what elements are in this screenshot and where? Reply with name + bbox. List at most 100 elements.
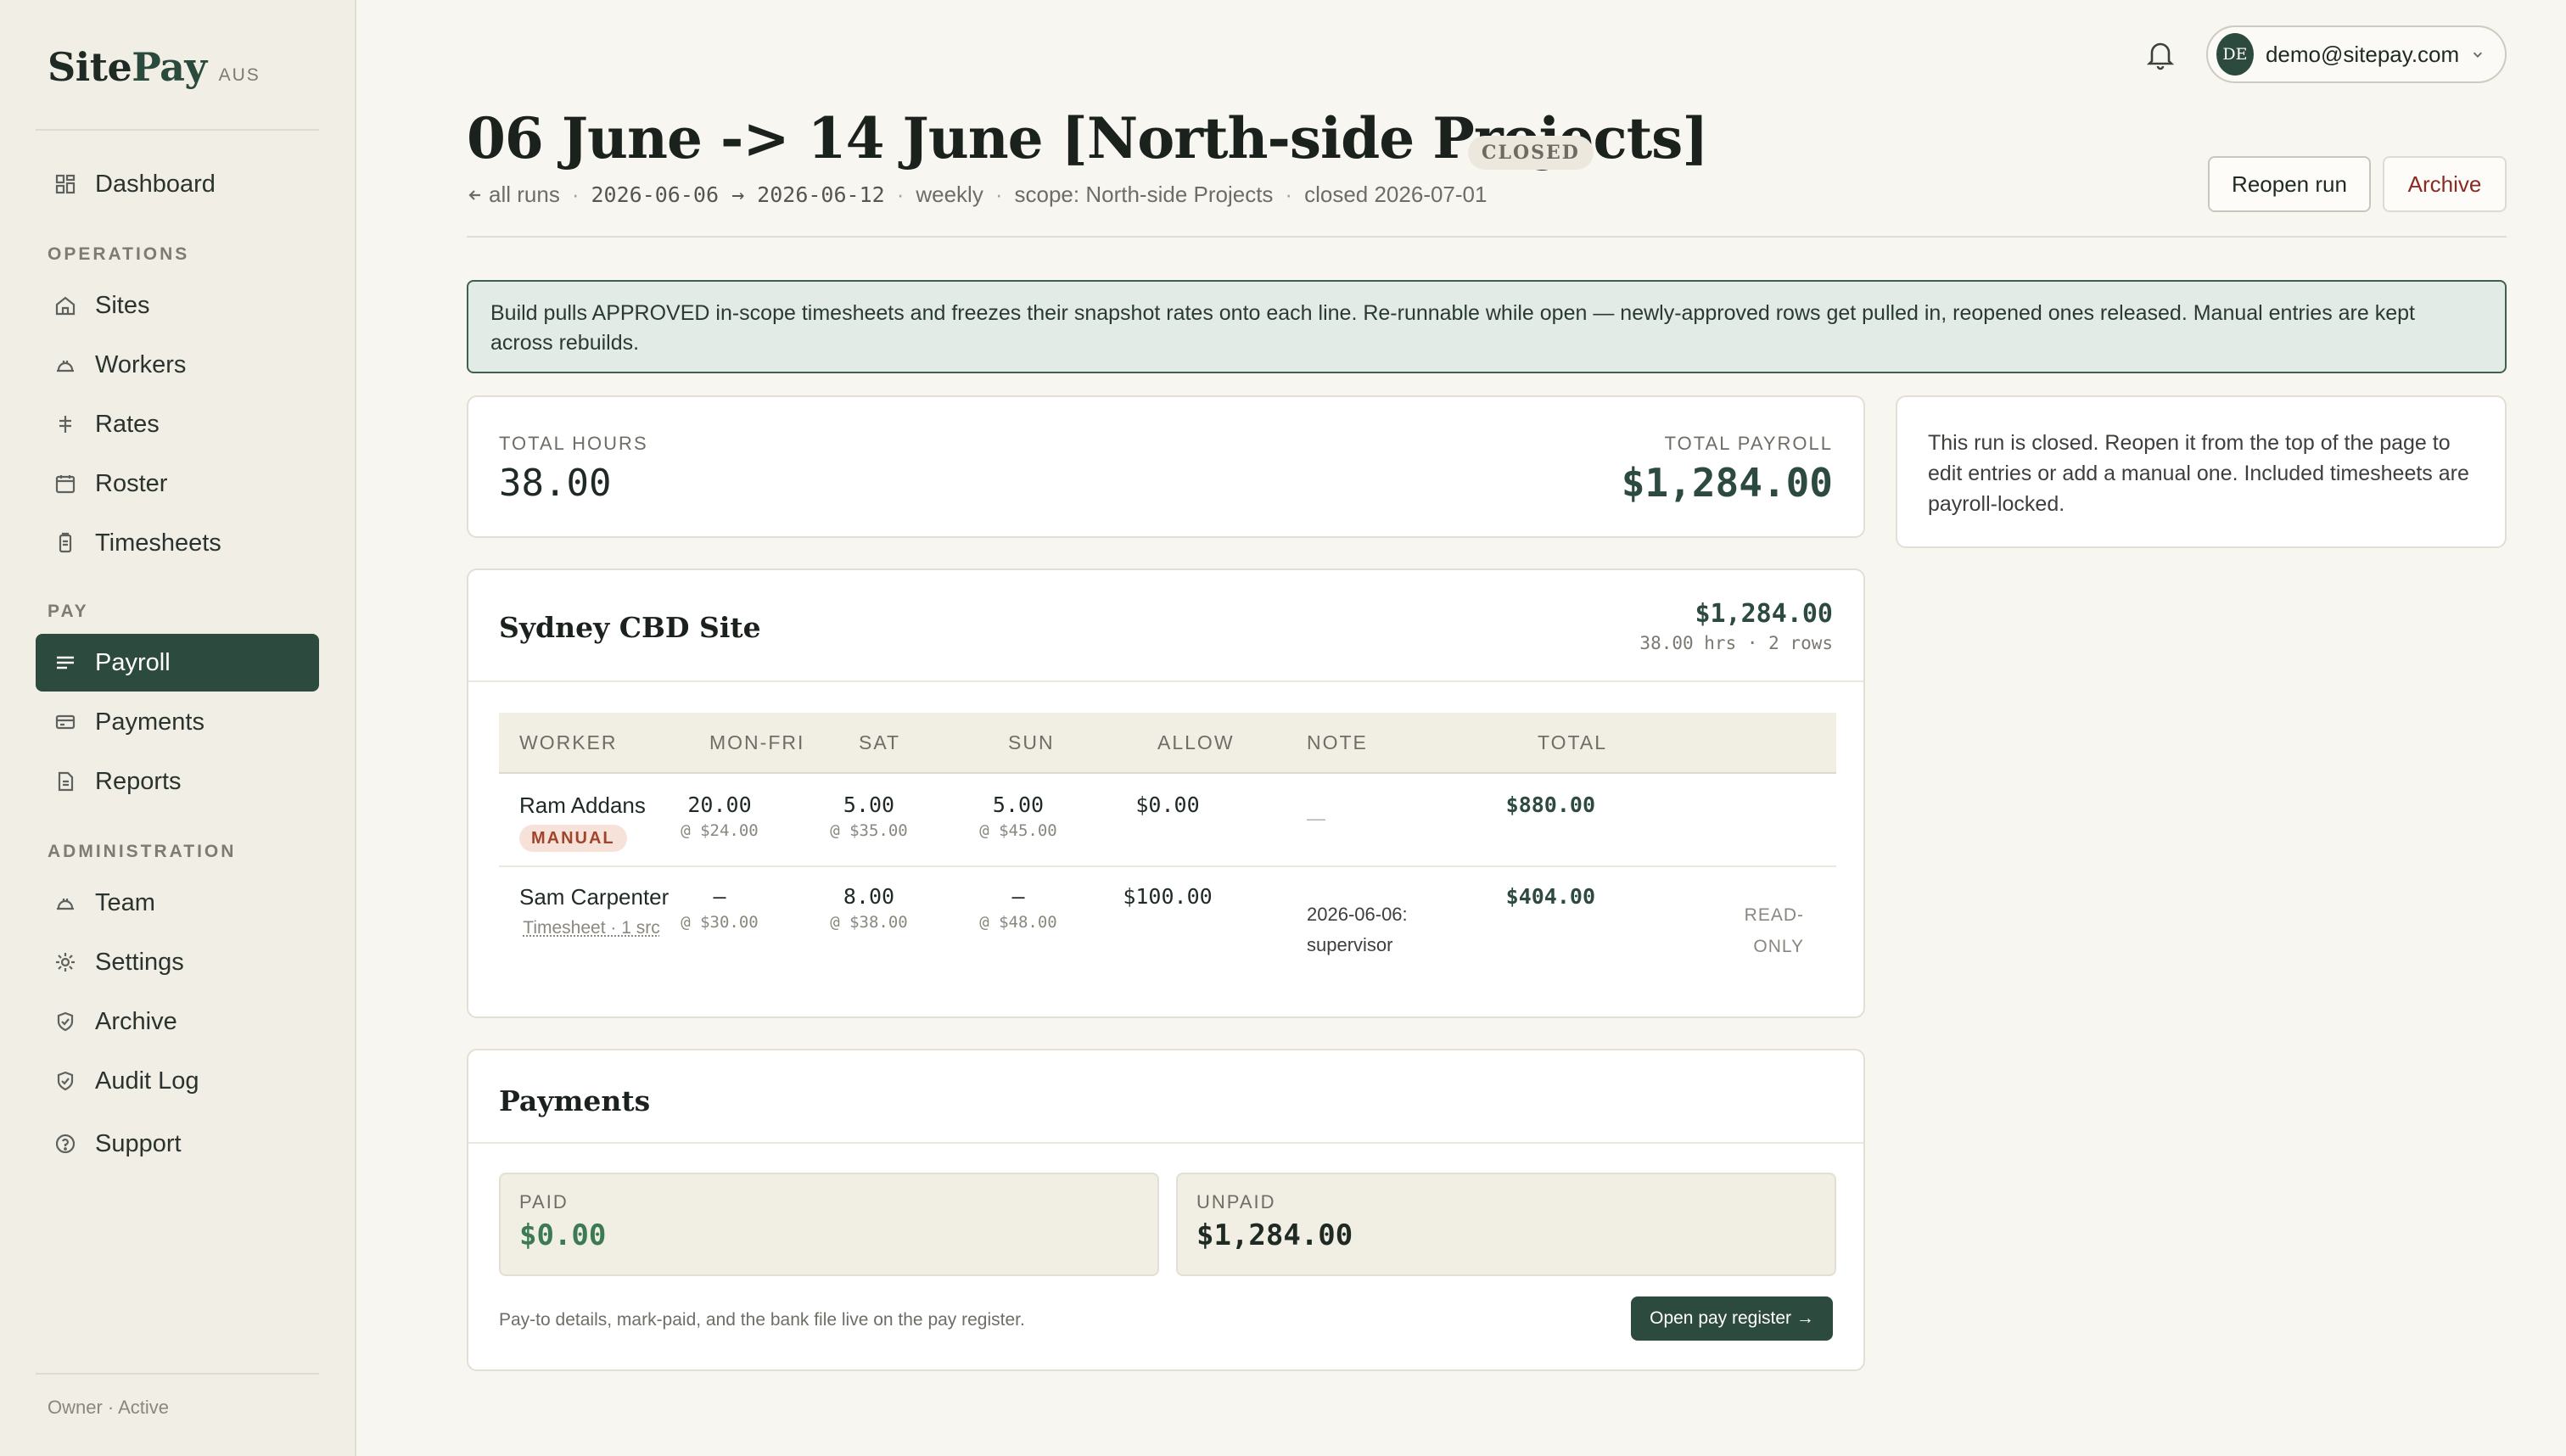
allowance: $100.00 bbox=[1123, 884, 1213, 909]
brand-name: SitePay bbox=[48, 44, 207, 90]
nav-section-pay: PAY bbox=[48, 602, 89, 621]
sidebar-item-label: Timesheets bbox=[95, 529, 221, 557]
manual-badge: MANUAL bbox=[519, 825, 627, 852]
open-pay-register-button[interactable]: Open pay register → bbox=[1631, 1296, 1833, 1341]
brand-logo[interactable]: SitePay AUS bbox=[48, 44, 261, 90]
sidebar-item-support[interactable]: Support bbox=[36, 1115, 319, 1173]
sat-rate: @ $35.00 bbox=[830, 821, 908, 840]
payments-title: Payments bbox=[499, 1084, 651, 1117]
row-total: $404.00 bbox=[1505, 884, 1595, 909]
bell-icon[interactable] bbox=[2143, 37, 2177, 71]
shield-icon bbox=[53, 1009, 78, 1034]
account-menu[interactable]: DE demo@sitepay.com bbox=[2206, 25, 2507, 83]
unpaid-summary: UNPAID $1,284.00 bbox=[1176, 1173, 1836, 1276]
allowance: $0.00 bbox=[1135, 792, 1200, 817]
header-divider bbox=[467, 236, 2507, 238]
sun-rate: @ $48.00 bbox=[979, 913, 1057, 932]
note-empty: — bbox=[1307, 808, 1325, 829]
closed-run-note: This run is closed. Reopen it from the t… bbox=[1896, 395, 2507, 548]
status-badge: CLOSED bbox=[1468, 136, 1594, 170]
gear-icon bbox=[53, 949, 78, 975]
brand-region: AUS bbox=[218, 65, 261, 85]
column-header-sat: SAT bbox=[859, 731, 901, 753]
sidebar-item-payments[interactable]: Payments bbox=[36, 693, 319, 751]
archive-button[interactable]: Archive bbox=[2383, 156, 2507, 212]
payments-card: Payments PAID $0.00 UNPAID $1,284.00 Pay… bbox=[467, 1049, 1865, 1371]
sidebar-item-rates[interactable]: Rates bbox=[36, 395, 319, 453]
paid-label: PAID bbox=[519, 1191, 569, 1212]
sidebar-item-team[interactable]: Team bbox=[36, 874, 319, 932]
payroll-icon bbox=[53, 650, 78, 675]
worker-name: Sam Carpenter bbox=[519, 884, 670, 910]
total-hours-value: 38.00 bbox=[499, 462, 612, 505]
nav-section-operations: OPERATIONS bbox=[48, 244, 190, 264]
back-link-label: all runs bbox=[489, 182, 560, 207]
sidebar-item-label: Settings bbox=[95, 948, 184, 976]
sidebar-item-label: Roster bbox=[95, 469, 168, 497]
payroll-table: WORKER MON-FRI SAT SUN ALLOW NOTE TOTAL … bbox=[499, 713, 1836, 984]
sidebar-item-label: Sites bbox=[95, 291, 150, 319]
row-total: $880.00 bbox=[1505, 792, 1595, 817]
run-scope: scope: North-side Projects bbox=[1014, 182, 1274, 207]
hard-hat-icon bbox=[53, 352, 78, 378]
chevron-down-icon bbox=[2474, 52, 2483, 59]
separator: · bbox=[994, 182, 1003, 207]
help-icon bbox=[53, 1131, 78, 1156]
card-icon bbox=[53, 709, 78, 735]
sidebar-item-label: Archive bbox=[95, 1007, 177, 1035]
sidebar-item-label: Rates bbox=[95, 410, 160, 438]
hard-hat-icon bbox=[53, 890, 78, 916]
sidebar-item-roster[interactable]: Roster bbox=[36, 455, 319, 512]
sidebar-item-payroll[interactable]: Payroll bbox=[36, 634, 319, 692]
sun-rate: @ $45.00 bbox=[979, 821, 1057, 840]
unpaid-value: $1,284.00 bbox=[1196, 1218, 1353, 1252]
sidebar-item-label: Dashboard bbox=[95, 170, 216, 198]
sidebar-item-timesheets[interactable]: Timesheets bbox=[36, 514, 319, 572]
unpaid-label: UNPAID bbox=[1196, 1191, 1276, 1212]
sidebar-item-label: Payroll bbox=[95, 648, 171, 676]
sidebar-item-label: Payments bbox=[95, 708, 204, 736]
run-dates: 2026-06-06 → 2026-06-12 bbox=[591, 182, 885, 207]
user-role-status: Owner · Active bbox=[48, 1397, 170, 1418]
mon-fri-rate: @ $24.00 bbox=[681, 821, 759, 840]
sidebar-item-dashboard[interactable]: Dashboard bbox=[36, 155, 319, 213]
site-card: Sydney CBD Site $1,284.00 38.00 hrs · 2 … bbox=[467, 568, 1865, 1018]
sidebar-item-settings[interactable]: Settings bbox=[36, 933, 319, 991]
sidebar: SitePay AUS Dashboard OPERATIONS Sites W… bbox=[0, 0, 356, 1456]
sidebar-item-workers[interactable]: Workers bbox=[36, 336, 319, 394]
sidebar-item-audit-log[interactable]: Audit Log bbox=[36, 1052, 319, 1110]
site-name: Sydney CBD Site bbox=[499, 611, 761, 644]
report-icon bbox=[53, 769, 78, 794]
column-header-worker: WORKER bbox=[519, 731, 618, 753]
sidebar-item-label: Workers bbox=[95, 350, 187, 378]
sidebar-item-sites[interactable]: Sites bbox=[36, 277, 319, 334]
payments-footnote: Pay-to details, mark-paid, and the bank … bbox=[499, 1310, 1025, 1330]
info-banner: Build pulls APPROVED in-scope timesheets… bbox=[467, 280, 2507, 373]
sidebar-item-archive[interactable]: Archive bbox=[36, 993, 319, 1050]
sidebar-divider bbox=[36, 129, 319, 131]
reopen-run-button[interactable]: Reopen run bbox=[2208, 156, 2371, 212]
run-frequency: weekly bbox=[916, 182, 983, 207]
table-row[interactable]: Sam Carpenter Timesheet · 1 src — @ $30.… bbox=[499, 867, 1836, 984]
worker-name: Ram Addans bbox=[519, 792, 646, 818]
brand-name-site: Site bbox=[48, 44, 132, 90]
sat-hours: 5.00 bbox=[843, 792, 895, 817]
home-icon bbox=[53, 293, 78, 318]
sidebar-item-reports[interactable]: Reports bbox=[36, 753, 319, 810]
sun-hours: 5.00 bbox=[992, 792, 1045, 817]
timesheet-source-link[interactable]: Timesheet · 1 src bbox=[519, 913, 664, 944]
payments-divider bbox=[468, 1142, 1863, 1144]
site-summary: 38.00 hrs · 2 rows bbox=[1639, 633, 1833, 653]
read-only-badge: READ-ONLY bbox=[1744, 905, 1804, 956]
dashboard-icon bbox=[53, 171, 78, 197]
paid-summary: PAID $0.00 bbox=[499, 1173, 1159, 1276]
back-link[interactable]: all runs bbox=[467, 182, 560, 208]
column-header-total: TOTAL bbox=[1538, 731, 1607, 753]
mon-fri-hours: 20.00 bbox=[687, 792, 752, 817]
dollar-icon bbox=[53, 412, 78, 437]
sidebar-divider bbox=[36, 1373, 319, 1375]
column-header-note: NOTE bbox=[1307, 731, 1368, 753]
separator: · bbox=[571, 182, 580, 207]
table-row[interactable]: Ram Addans MANUAL 20.00 @ $24.00 5.00 @ … bbox=[499, 774, 1836, 867]
sidebar-item-label: Team bbox=[95, 888, 155, 916]
